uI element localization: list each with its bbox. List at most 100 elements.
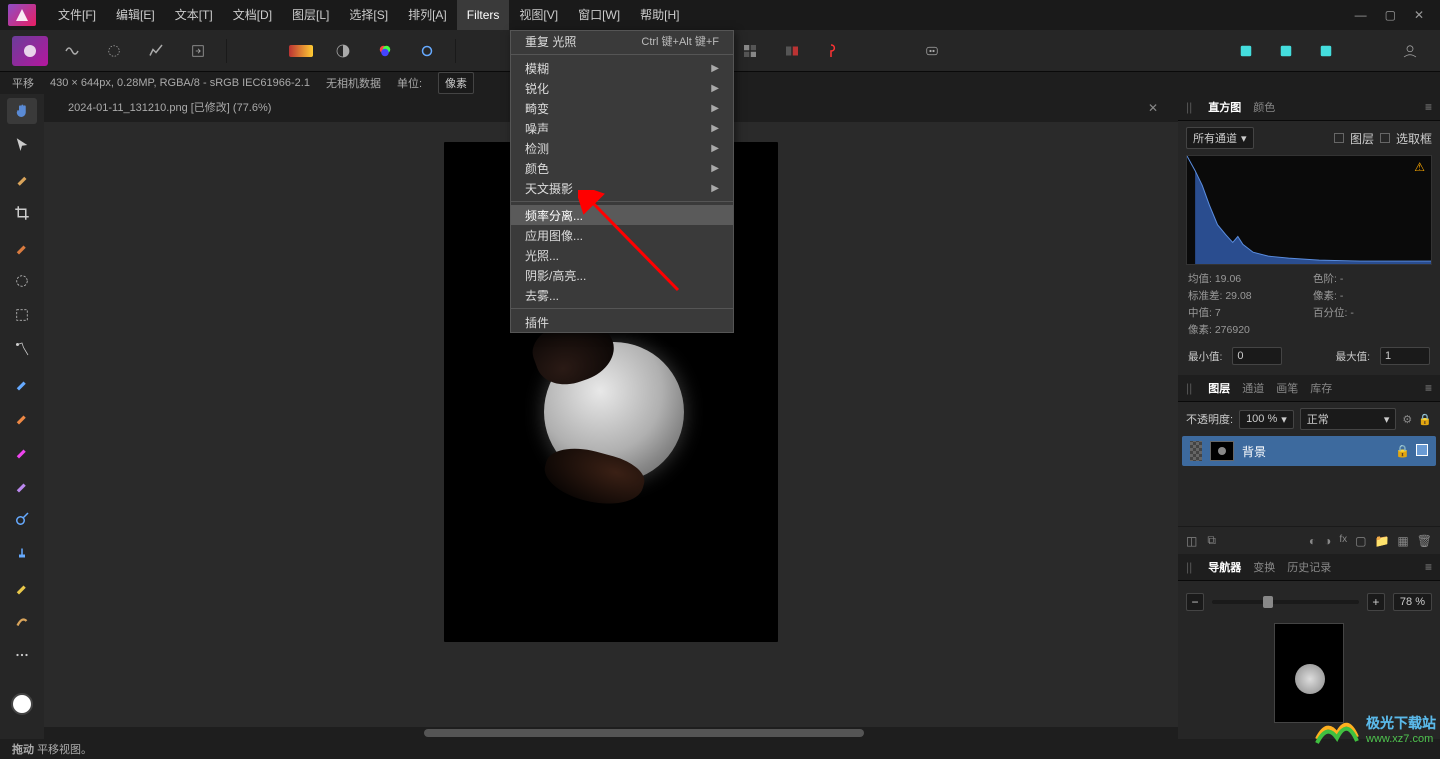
filters-repeat[interactable]: 重复 光照 Ctrl 键+Alt 键+F bbox=[511, 31, 733, 51]
filters-haze-removal[interactable]: 去雾... bbox=[511, 285, 733, 305]
tab-brushes[interactable]: 画笔 bbox=[1276, 380, 1298, 396]
grid-button[interactable] bbox=[732, 36, 768, 66]
menu-document[interactable]: 文档[D] bbox=[223, 0, 282, 30]
document-close-button[interactable]: ✕ bbox=[1148, 101, 1158, 115]
persona-export-button[interactable] bbox=[180, 36, 216, 66]
auto-colors-button[interactable] bbox=[367, 36, 403, 66]
auto-levels-button[interactable] bbox=[283, 36, 319, 66]
studio-button-2[interactable] bbox=[1268, 36, 1304, 66]
tab-layers[interactable]: 图层 bbox=[1208, 380, 1230, 396]
color-picker-tool[interactable] bbox=[7, 166, 37, 192]
close-button[interactable]: ✕ bbox=[1414, 8, 1424, 22]
layer-checkbox[interactable] bbox=[1334, 133, 1344, 143]
gear-icon[interactable]: ⚙ bbox=[1402, 413, 1412, 426]
filters-sharpen-submenu[interactable]: 锐化▶ bbox=[511, 78, 733, 98]
tab-stock[interactable]: 库存 bbox=[1310, 380, 1332, 396]
more-tools[interactable] bbox=[7, 642, 37, 668]
auto-wb-button[interactable] bbox=[409, 36, 445, 66]
clone-tool[interactable] bbox=[7, 438, 37, 464]
channel-dropdown[interactable]: 所有通道▾ bbox=[1186, 127, 1254, 149]
tab-color[interactable]: 颜色 bbox=[1253, 99, 1275, 115]
panel-drag-icon[interactable]: || bbox=[1186, 560, 1192, 574]
adjustment-icon[interactable]: ◐ bbox=[1309, 534, 1316, 548]
delete-layer-icon[interactable]: 🗑 bbox=[1417, 534, 1432, 548]
fx-text-icon[interactable]: fx bbox=[1339, 534, 1347, 548]
split-button[interactable] bbox=[774, 36, 810, 66]
menu-text[interactable]: 文本[T] bbox=[165, 0, 223, 30]
marquee-tool[interactable] bbox=[7, 302, 37, 328]
crop-tool[interactable] bbox=[7, 200, 37, 226]
lock-icon[interactable]: 🔒 bbox=[1418, 413, 1432, 426]
blend-mode-dropdown[interactable]: 正常▾ bbox=[1300, 408, 1397, 430]
panel-menu-icon[interactable]: ≡ bbox=[1425, 560, 1432, 574]
persona-liquify-button[interactable] bbox=[54, 36, 90, 66]
filters-lighting[interactable]: 光照... bbox=[511, 245, 733, 265]
panel-menu-icon[interactable]: ≡ bbox=[1425, 381, 1432, 395]
flood-select-tool[interactable] bbox=[7, 336, 37, 362]
selection-checkbox[interactable] bbox=[1380, 133, 1390, 143]
menu-window[interactable]: 窗口[W] bbox=[568, 0, 630, 30]
stamp-tool[interactable] bbox=[7, 540, 37, 566]
navigator-preview[interactable] bbox=[1274, 623, 1344, 723]
dodge-tool[interactable] bbox=[7, 506, 37, 532]
filters-frequency-separation[interactable]: 频率分离... bbox=[511, 205, 733, 225]
foreground-color[interactable] bbox=[11, 693, 33, 715]
minimize-button[interactable]: — bbox=[1355, 8, 1367, 22]
folder-icon[interactable]: 📁 bbox=[1374, 534, 1389, 548]
opacity-input[interactable]: 100 %▾ bbox=[1239, 410, 1294, 429]
persona-tone-button[interactable] bbox=[138, 36, 174, 66]
panel-drag-icon[interactable]: || bbox=[1186, 381, 1192, 395]
filters-blur-submenu[interactable]: 模糊▶ bbox=[511, 58, 733, 78]
lock-icon[interactable]: 🔒 bbox=[1395, 444, 1410, 458]
zoom-out-button[interactable]: − bbox=[1186, 593, 1204, 611]
menu-edit[interactable]: 编辑[E] bbox=[106, 0, 165, 30]
zoom-slider[interactable] bbox=[1212, 600, 1359, 604]
unit-dropdown[interactable]: 像素 bbox=[438, 72, 474, 94]
filters-shadows-highlights[interactable]: 阴影/高亮... bbox=[511, 265, 733, 285]
fx-icon[interactable]: ◑ bbox=[1324, 534, 1331, 548]
tab-navigator[interactable]: 导航器 bbox=[1208, 559, 1241, 575]
panel-menu-icon[interactable]: ≡ bbox=[1425, 100, 1432, 114]
menu-select[interactable]: 选择[S] bbox=[339, 0, 398, 30]
smudge-tool[interactable] bbox=[7, 608, 37, 634]
snapping-button[interactable] bbox=[816, 36, 852, 66]
account-button[interactable] bbox=[1392, 36, 1428, 66]
menu-arrange[interactable]: 排列[A] bbox=[398, 0, 457, 30]
selection-brush-tool[interactable] bbox=[7, 268, 37, 294]
filters-detect-submenu[interactable]: 检测▶ bbox=[511, 138, 733, 158]
menu-help[interactable]: 帮助[H] bbox=[630, 0, 689, 30]
zoom-value[interactable]: 78 % bbox=[1393, 593, 1432, 611]
maximize-button[interactable]: ▢ bbox=[1385, 8, 1396, 22]
menu-view[interactable]: 视图[V] bbox=[509, 0, 568, 30]
mask-icon[interactable]: ◫ bbox=[1186, 534, 1197, 548]
max-input[interactable] bbox=[1380, 347, 1430, 365]
filters-astro-submenu[interactable]: 天文摄影▶ bbox=[511, 178, 733, 198]
crop-layer-icon[interactable]: ▢ bbox=[1355, 534, 1366, 548]
menu-layer[interactable]: 图层[L] bbox=[282, 0, 339, 30]
panel-drag-icon[interactable]: || bbox=[1186, 100, 1192, 114]
filters-plugins[interactable]: 插件 bbox=[511, 312, 733, 332]
filters-distort-submenu[interactable]: 畸变▶ bbox=[511, 98, 733, 118]
horizontal-scrollbar[interactable] bbox=[44, 727, 1178, 739]
hand-tool[interactable] bbox=[7, 98, 37, 124]
tab-transform[interactable]: 变换 bbox=[1253, 559, 1275, 575]
tab-history[interactable]: 历史记录 bbox=[1287, 559, 1331, 575]
filters-noise-submenu[interactable]: 噪声▶ bbox=[511, 118, 733, 138]
link-icon[interactable]: ⧉ bbox=[1207, 533, 1216, 548]
auto-contrast-button[interactable] bbox=[325, 36, 361, 66]
erase-tool[interactable] bbox=[7, 370, 37, 396]
persona-develop-button[interactable] bbox=[96, 36, 132, 66]
visibility-checkbox[interactable] bbox=[1416, 444, 1428, 456]
filters-colors-submenu[interactable]: 颜色▶ bbox=[511, 158, 733, 178]
studio-button-1[interactable] bbox=[1228, 36, 1264, 66]
paint-brush-tool[interactable] bbox=[7, 234, 37, 260]
healing-tool[interactable] bbox=[7, 472, 37, 498]
assistant-button[interactable] bbox=[914, 36, 950, 66]
document-tab[interactable]: 2024-01-11_131210.png [已修改] (77.6%) bbox=[56, 94, 283, 122]
menu-filters[interactable]: Filters bbox=[457, 0, 510, 30]
add-layer-icon[interactable]: ▦ bbox=[1397, 534, 1408, 548]
layer-item-background[interactable]: 背景 🔒 bbox=[1182, 436, 1436, 466]
tab-histogram[interactable]: 直方图 bbox=[1208, 99, 1241, 115]
min-input[interactable] bbox=[1232, 347, 1282, 365]
menu-file[interactable]: 文件[F] bbox=[48, 0, 106, 30]
